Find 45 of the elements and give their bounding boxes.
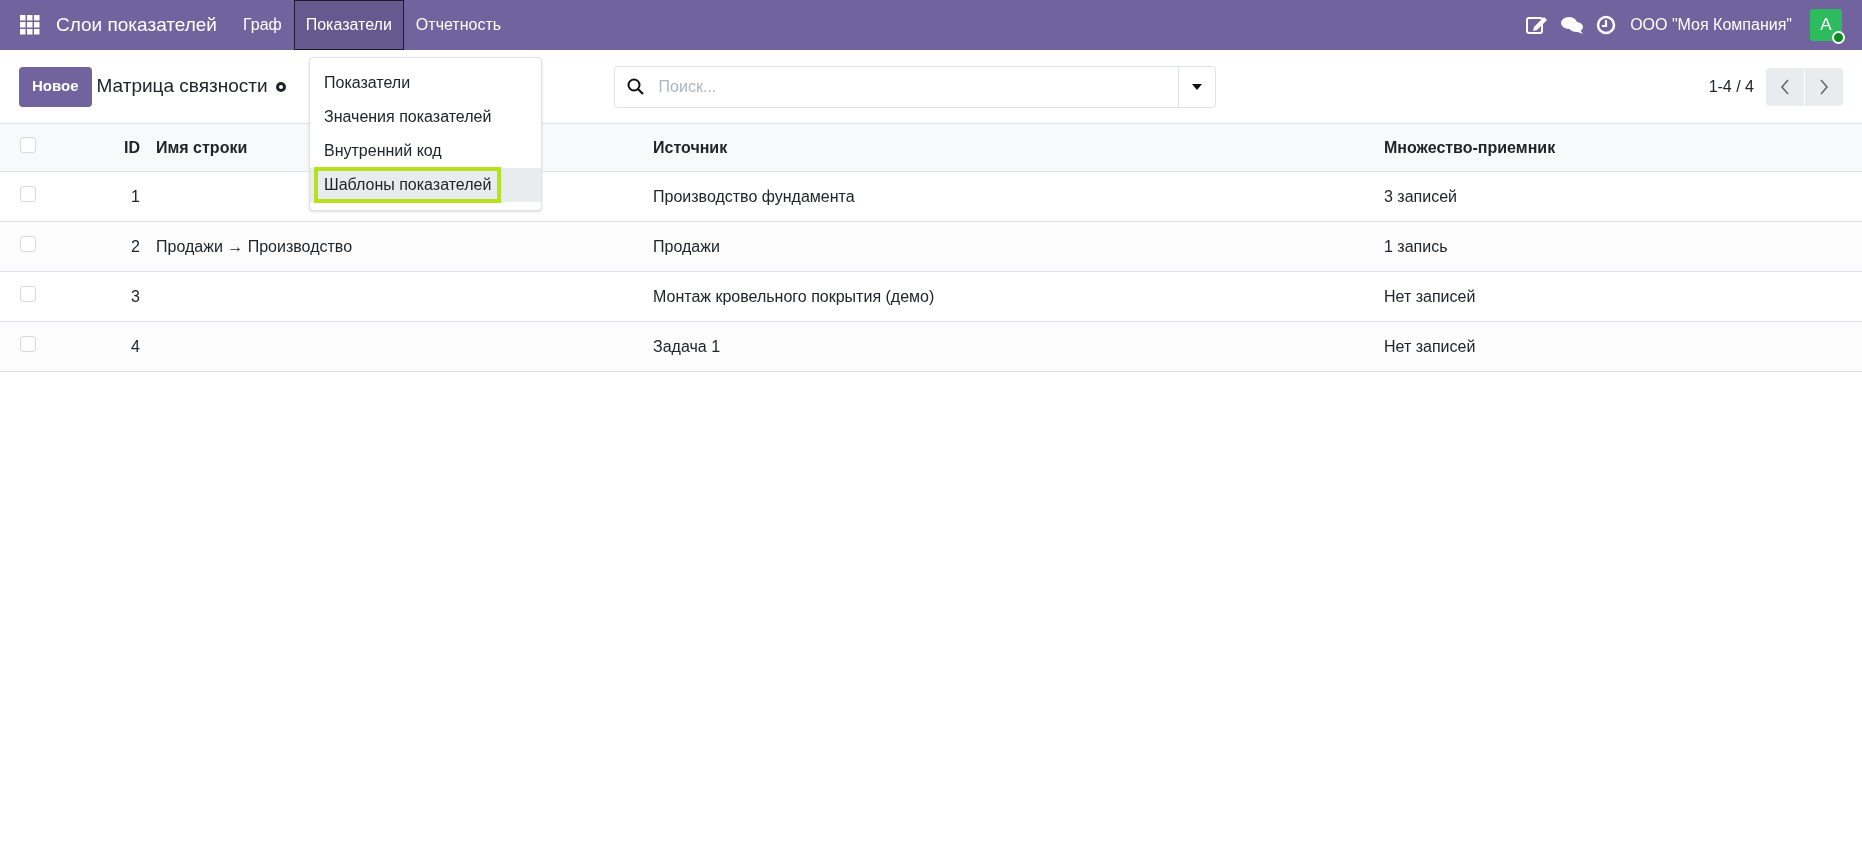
column-header[interactable]: ID	[60, 135, 150, 160]
pager-counter: 1-4 / 4	[1708, 76, 1754, 97]
dropdown-item[interactable]: Внутренний код	[310, 134, 541, 168]
column-header[interactable]: Источник	[653, 135, 1384, 160]
table-cell-text: Нет записей	[1384, 336, 1477, 357]
table-cell-text: 4	[130, 336, 141, 357]
app-title[interactable]: Слои показателей	[56, 10, 217, 40]
online-status-icon	[1832, 31, 1845, 44]
chevron-right-icon	[1819, 77, 1829, 96]
table-cell-text: Монтаж кровельного покрытия (демо)	[653, 286, 936, 307]
checkbox[interactable]	[20, 285, 36, 302]
nav-menu-item[interactable]: Отчетность	[403, 0, 514, 50]
search-field[interactable]: Поиск...	[658, 74, 1178, 99]
checkbox[interactable]	[20, 335, 36, 352]
apps-grid-icon[interactable]	[20, 15, 40, 35]
checkbox[interactable]	[20, 235, 36, 252]
search-bar[interactable]: Поиск...	[613, 65, 1216, 108]
search-icon	[626, 77, 645, 96]
chevron-left-icon	[1780, 77, 1790, 96]
dropdown-item[interactable]: Показатели	[310, 66, 541, 100]
chat-icon[interactable]	[1560, 15, 1585, 35]
next-page-button[interactable]	[1805, 67, 1843, 106]
edit-icon[interactable]	[1526, 15, 1549, 35]
table-cell-text: 2	[130, 236, 141, 257]
company-name[interactable]: ООО "Моя Компания"	[1630, 13, 1792, 37]
table-cell-text: 3 записей	[1384, 186, 1458, 207]
new-button[interactable]: Новое	[19, 66, 92, 107]
table-cell: Продажи → Производство	[156, 237, 353, 255]
table-cell-text: Продажи	[653, 236, 721, 257]
table-cell-text: Нет записей	[1384, 286, 1477, 307]
checkbox[interactable]	[20, 136, 36, 153]
table-cell-text: 1 запись	[1384, 236, 1449, 257]
previous-page-button[interactable]	[1766, 67, 1804, 106]
breadcrumb-title: Матрица связности	[96, 74, 268, 99]
table-cell-text: 1	[130, 186, 141, 207]
nav-menu-item[interactable]: Показатели	[293, 0, 404, 50]
checkbox[interactable]	[20, 185, 36, 202]
dropdown-item[interactable]: Значения показателей	[310, 100, 541, 134]
table-cell-text: Производство фундамента	[653, 186, 856, 207]
column-header[interactable]: Множество-приемник	[1384, 135, 1862, 160]
clock-icon[interactable]	[1596, 15, 1617, 35]
nav-menu-item[interactable]: Граф	[231, 0, 294, 50]
table-cell-text: Задача 1	[653, 336, 722, 357]
dropdown-item[interactable]: Шаблоны показателей	[310, 168, 541, 202]
table-cell-text: 3	[130, 286, 141, 307]
